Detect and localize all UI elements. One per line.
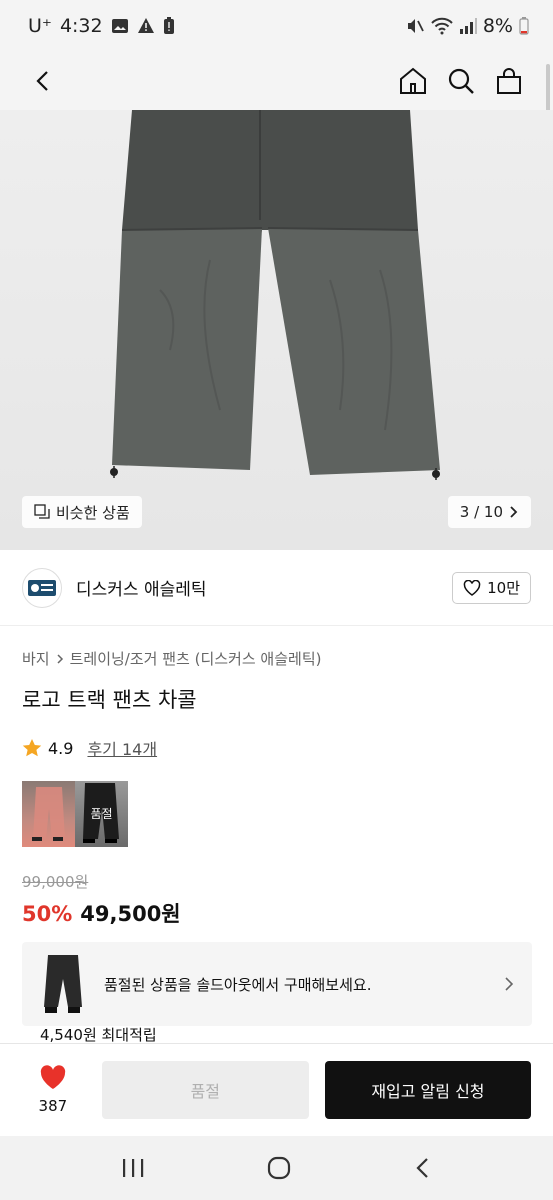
wishlist-count: 387 [38,1097,68,1115]
shopping-bag-icon [497,68,521,94]
brand-like-count: 10만 [487,579,520,597]
color-option-thumb-soldout[interactable]: 품절 [75,781,128,847]
back-arrow-icon[interactable] [413,1156,433,1180]
brand-row[interactable]: 디스커스 애슬레틱 10만 [0,550,553,626]
warning-icon [137,17,155,35]
status-bar: U⁺ 4:32 8% [0,0,553,52]
original-price: 99,000원 [22,873,89,891]
discount-rate: 50% [22,902,73,926]
soldout-resale-banner[interactable]: 품절된 상품을 솔드아웃에서 구매해보세요. [22,942,532,1026]
chevron-right-icon [505,977,514,991]
wishlist-button[interactable]: 387 [22,1065,84,1115]
star-icon [22,739,42,757]
brand-name[interactable]: 디스커스 애슬레틱 [76,575,452,600]
soldout-button[interactable]: 품절 [101,1061,309,1119]
rating-value: 4.9 [48,738,74,758]
signal-icon [459,17,477,35]
max-points: 4,540원 최대적립 [40,1026,157,1044]
similar-products-button[interactable]: 비슷한 상품 [22,496,142,528]
battery-percent: 8% [482,15,513,37]
wifi-icon [431,17,453,35]
product-title: 로고 트랙 팬츠 차콜 [22,688,197,712]
review-link[interactable]: 후기 14개 [87,736,157,760]
sale-price: 49,500원 [80,902,181,926]
battery-alert-icon [163,17,175,35]
search-icon [448,68,474,94]
heart-outline-icon [463,579,481,596]
soldout-tag: 품절 [90,807,113,821]
soldout-banner-text: 품절된 상품을 솔드아웃에서 구매해보세요. [104,975,372,994]
home-icon [400,67,426,94]
battery-icon [519,17,529,35]
carrier-label: U⁺ [28,15,52,37]
copy-icon [34,504,50,519]
breadcrumb: 바지 트레이닝/조거 팬츠 (디스커스 애슬레틱) [22,648,321,669]
product-image-gallery[interactable] [0,110,553,550]
page-count: 3 / 10 [459,503,503,521]
breadcrumb-subcategory[interactable]: 트레이닝/조거 팬츠 (디스커스 애슬레틱) [70,648,322,669]
chevron-right-icon [57,653,63,664]
gallery-notification-icon [111,17,129,35]
color-options: 품절 [22,781,128,847]
heart-filled-icon [40,1065,66,1089]
chevron-right-icon [510,506,518,518]
gallery-page-indicator[interactable]: 3 / 10 [447,496,531,528]
chevron-left-icon [36,71,48,91]
search-button[interactable] [437,57,485,105]
bottom-action-bar: 387 품절 재입고 알림 신청 [0,1043,553,1136]
brand-like-button[interactable]: 10만 [452,571,531,604]
breadcrumb-category[interactable]: 바지 [22,648,50,669]
system-navigation-bar [0,1136,553,1200]
banner-product-image [44,955,82,1013]
color-option-thumb[interactable] [22,781,75,847]
restock-alert-button[interactable]: 재입고 알림 신청 [324,1061,531,1119]
clock: 4:32 [59,15,103,37]
mute-icon [405,17,425,35]
similar-products-label: 비슷한 상품 [56,503,130,522]
product-photo [110,110,440,480]
recent-apps-icon[interactable] [120,1157,146,1179]
brand-logo [22,567,62,608]
home-circle-icon[interactable] [266,1155,292,1181]
cart-button[interactable] [485,57,533,105]
home-button[interactable] [389,57,437,105]
back-button[interactable] [20,57,68,105]
top-navigation [0,52,553,110]
rating-row: 4.9 후기 14개 [22,736,157,760]
price-row: 50% 49,500원 [22,898,181,928]
